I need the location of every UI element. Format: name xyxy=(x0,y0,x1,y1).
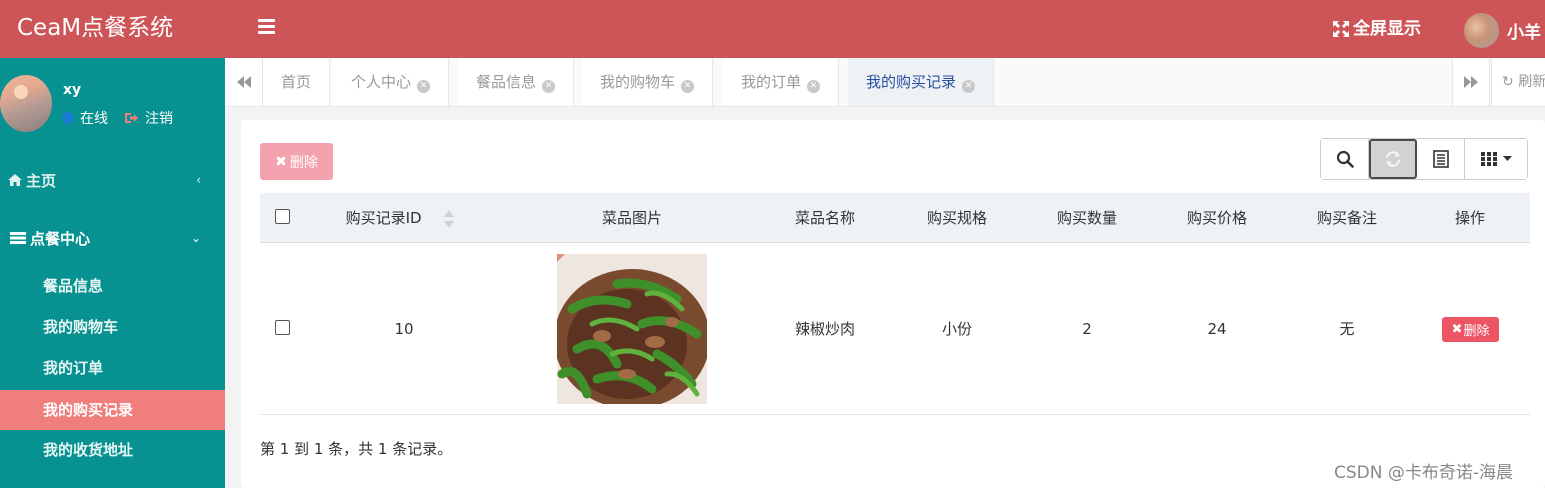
row-checkbox[interactable] xyxy=(275,320,290,335)
app-brand[interactable]: CeaM点餐系统 xyxy=(0,0,225,58)
caret-down-icon xyxy=(1502,156,1512,161)
double-right-icon xyxy=(1464,76,1478,88)
sidebar-item-food-info[interactable]: 餐品信息 xyxy=(0,266,225,306)
delete-button[interactable]: ✖ 删除 xyxy=(260,143,333,180)
cell-dish-name: 辣椒炒肉 xyxy=(794,320,855,338)
close-icon[interactable]: ✕ xyxy=(681,80,695,93)
tab-orders[interactable]: 我的订单 ✕ xyxy=(723,58,840,106)
column-header-note: 购买备注 xyxy=(1316,209,1377,227)
sidebar-item-address[interactable]: 我的收货地址 xyxy=(0,430,225,470)
cell-price: 24 xyxy=(1207,320,1227,338)
tab-label: 首页 xyxy=(281,73,312,91)
sidebar-item-label: 点餐中心 xyxy=(30,229,91,248)
tab-home[interactable]: 首页 xyxy=(263,58,331,106)
double-left-icon xyxy=(236,76,251,88)
online-dot-icon xyxy=(62,112,74,124)
close-icon[interactable]: ✕ xyxy=(807,80,821,93)
column-header-image: 菜品图片 xyxy=(601,209,662,227)
list-view-icon xyxy=(1432,150,1449,168)
select-all-checkbox[interactable] xyxy=(275,209,290,224)
column-header-name: 菜品名称 xyxy=(794,209,855,227)
chevron-left-icon: ‹ xyxy=(196,173,201,187)
tab-label: 我的购买记录 xyxy=(866,73,957,91)
refresh-label: 刷新 xyxy=(1518,74,1545,90)
chevron-down-icon: ⌄ xyxy=(190,231,201,245)
column-label: 购买记录ID xyxy=(345,209,422,227)
sidebar-item-label: 主页 xyxy=(26,171,57,190)
tab-bar: 首页 个人中心 ✕ 餐品信息 ✕ 我的购物车 ✕ 我的订单 ✕ 我的购买记录 ✕ ↻ 刷新 xyxy=(225,58,1545,107)
cell-id: 10 xyxy=(394,320,414,338)
dish-image xyxy=(557,254,707,404)
logout-link[interactable]: 注销 xyxy=(145,108,173,128)
top-header: CeaM点餐系统 全屏显示 小羊 xyxy=(0,0,1545,58)
delete-button-label: 删除 xyxy=(289,154,318,171)
close-icon[interactable]: ✕ xyxy=(542,80,556,93)
watermark: CSDN @卡布奇诺-海晨 xyxy=(1334,463,1514,483)
home-icon xyxy=(8,174,22,186)
cell-quantity: 2 xyxy=(1082,320,1092,338)
table-toolbar xyxy=(1320,138,1528,180)
tab-purchase-records[interactable]: 我的购买记录 ✕ xyxy=(848,58,995,106)
close-icon[interactable]: ✕ xyxy=(962,80,976,93)
table-row: 10 辣椒炒肉 小份 2 24 无 ✖ 删除 xyxy=(260,243,1530,415)
sidebar-item-home[interactable]: 主页 ‹ xyxy=(0,160,225,200)
tab-scroll-left-button[interactable] xyxy=(225,58,263,106)
expand-icon xyxy=(1333,21,1349,37)
sidebar-item-cart[interactable]: 我的购物车 xyxy=(0,307,225,347)
user-menu[interactable]: 小羊 xyxy=(1464,12,1541,48)
table-header: 购买记录ID 菜品图片 菜品名称 购买规格 购买数量 购买价格 购买备注 操作 xyxy=(260,193,1530,243)
sidebar-item-order-center[interactable]: 点餐中心 ⌄ xyxy=(0,218,225,258)
online-status: 在线 xyxy=(80,111,108,127)
row-delete-label: 删除 xyxy=(1463,324,1490,339)
toggle-view-button[interactable] xyxy=(1417,139,1465,179)
search-button[interactable] xyxy=(1321,139,1369,179)
list-icon xyxy=(10,232,26,244)
column-header-id[interactable]: 购买记录ID xyxy=(320,193,480,243)
refresh-button[interactable] xyxy=(1369,139,1417,179)
refresh-icon: ↻ xyxy=(1502,74,1514,90)
user-status: 在线 注销 xyxy=(62,108,173,128)
fullscreen-label: 全屏显示 xyxy=(1353,19,1421,39)
row-delete-button[interactable]: ✖ 删除 xyxy=(1442,317,1499,342)
tab-label: 我的购物车 xyxy=(600,73,676,91)
avatar xyxy=(0,75,52,132)
grid-icon xyxy=(1480,152,1497,166)
cell-spec: 小份 xyxy=(941,320,972,338)
column-header-action: 操作 xyxy=(1454,209,1485,227)
tab-cart[interactable]: 我的购物车 ✕ xyxy=(582,58,714,106)
sort-icon xyxy=(444,209,455,228)
user-panel: xy 在线 注销 xyxy=(0,75,225,135)
column-header-qty: 购买数量 xyxy=(1056,209,1117,227)
column-header-spec: 购买规格 xyxy=(926,209,987,227)
pagination-info: 第 1 到 1 条，共 1 条记录。 xyxy=(260,440,453,458)
tab-label: 我的订单 xyxy=(741,73,802,91)
menu-toggle-icon[interactable] xyxy=(258,19,275,35)
user-top-name: 小羊 xyxy=(1507,22,1541,43)
refresh-tab-button[interactable]: ↻ 刷新 xyxy=(1491,58,1545,106)
fullscreen-button[interactable]: 全屏显示 xyxy=(1332,18,1421,40)
columns-dropdown-button[interactable] xyxy=(1465,139,1527,179)
logout-icon xyxy=(125,113,138,123)
tab-personal-center[interactable]: 个人中心 ✕ xyxy=(333,58,450,106)
sidebar-item-orders[interactable]: 我的订单 xyxy=(0,348,225,388)
sidebar: xy 在线 注销 主页 ‹ 点餐中心 ⌄ 餐品信息 我的购物车 我的订单 我的购… xyxy=(0,58,225,488)
search-icon xyxy=(1336,150,1354,168)
close-icon[interactable]: ✕ xyxy=(417,80,431,93)
avatar xyxy=(1464,12,1499,48)
tab-label: 餐品信息 xyxy=(476,73,537,91)
sidebar-username: xy xyxy=(63,82,82,98)
column-header-price: 购买价格 xyxy=(1186,209,1247,227)
refresh-icon xyxy=(1385,151,1401,167)
tab-scroll-right-button[interactable] xyxy=(1452,58,1490,106)
close-icon: ✖ xyxy=(275,153,287,170)
cell-note: 无 xyxy=(1339,320,1355,338)
sidebar-item-purchase-records[interactable]: 我的购买记录 xyxy=(0,390,225,430)
tab-label: 个人中心 xyxy=(351,73,412,91)
tab-food-info[interactable]: 餐品信息 ✕ xyxy=(458,58,575,106)
close-icon: ✖ xyxy=(1451,322,1463,337)
content-panel: ✖ 删除 购买记录ID 菜品图片 菜品名称 购买规格 购买数量 购买价格 购买备… xyxy=(241,120,1545,488)
